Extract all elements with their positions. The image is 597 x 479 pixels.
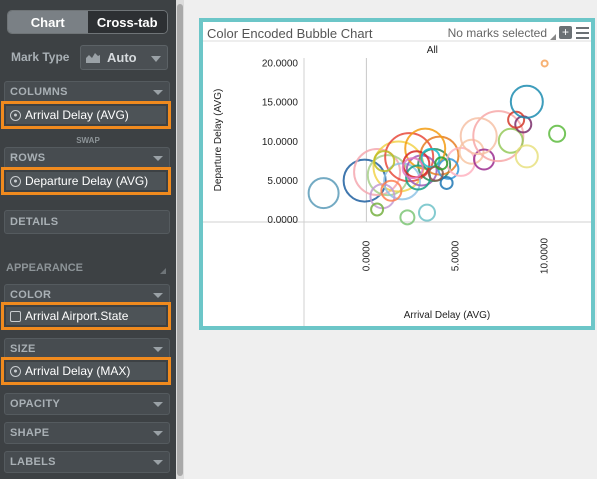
view-tabs: Chart Cross-tab <box>7 10 168 34</box>
x-tick-label: 10.0000 <box>540 237 551 274</box>
chevron-down-icon[interactable] <box>153 459 163 465</box>
size-pill-highlight: ● Arrival Delay (MAX) <box>1 357 171 385</box>
details-shelf-label: DETAILS <box>10 216 59 228</box>
size-pill[interactable]: ● Arrival Delay (MAX) <box>6 362 166 380</box>
details-shelf[interactable]: DETAILS <box>4 210 170 234</box>
columns-pill-highlight: ● Arrival Delay (AVG) <box>1 101 171 129</box>
column-header-label: All <box>427 45 438 56</box>
chevron-down-icon[interactable] <box>153 89 163 95</box>
mark-type-value: Auto <box>107 50 137 65</box>
resize-grip-icon[interactable] <box>160 268 166 274</box>
shape-shelf-label: SHAPE <box>10 427 50 439</box>
color-pill[interactable]: Arrival Airport.State <box>6 307 166 325</box>
y-tick-label: 20.0000 <box>262 59 299 70</box>
color-pill-highlight: Arrival Airport.State <box>1 302 171 330</box>
rows-pill-highlight: ● Departure Delay (AVG) <box>1 167 171 195</box>
chart-panel[interactable]: Color Encoded Bubble Chart No marks sele… <box>199 18 595 330</box>
chevron-down-icon[interactable] <box>153 155 163 161</box>
bubble-mark <box>509 84 544 119</box>
columns-shelf-label: COLUMNS <box>10 86 68 98</box>
chevron-down-icon[interactable] <box>153 430 163 436</box>
y-tick-label: 15.0000 <box>262 98 299 109</box>
swap-button[interactable]: SWAP <box>0 136 176 145</box>
bubble-mark <box>373 150 396 173</box>
bubble-chart[interactable]: All 0.0000 5.0000 10.0000 15.0000 20.0000 0.00… <box>203 22 591 326</box>
rows-shelf-label: ROWS <box>10 152 46 164</box>
shape-shelf[interactable]: SHAPE <box>4 422 170 444</box>
chevron-down-icon[interactable] <box>153 401 163 407</box>
y-tick-label: 0.0000 <box>267 215 298 226</box>
x-tick-label: 5.0000 <box>451 240 462 271</box>
bubble-mark <box>459 117 498 156</box>
opacity-shelf-label: OPACITY <box>10 398 61 410</box>
chevron-down-icon <box>151 50 161 65</box>
labels-shelf[interactable]: LABELS <box>4 451 170 473</box>
rows-shelf-header[interactable]: ROWS <box>4 147 170 169</box>
chevron-down-icon[interactable] <box>153 346 163 352</box>
rows-pill[interactable]: ● Departure Delay (AVG) <box>6 172 166 190</box>
bubble-mark <box>370 202 385 217</box>
bubble-mark <box>548 124 567 143</box>
color-shelf-label: COLOR <box>10 289 52 301</box>
bubble-mark <box>418 203 436 222</box>
dimension-icon <box>10 310 21 322</box>
measure-icon: ● <box>10 365 21 377</box>
y-tick-label: 5.0000 <box>267 176 298 187</box>
rows-pill-label: Departure Delay (AVG) <box>25 174 149 188</box>
tab-crosstab[interactable]: Cross-tab <box>87 11 167 33</box>
appearance-label: APPEARANCE <box>6 262 84 274</box>
tab-chart[interactable]: Chart <box>8 11 88 33</box>
chevron-down-icon[interactable] <box>153 292 163 298</box>
bubble-mark <box>540 59 549 68</box>
mark-type-label: Mark Type <box>11 50 70 64</box>
x-axis-label: Arrival Delay (AVG) <box>404 310 491 321</box>
color-pill-label: Arrival Airport.State <box>25 309 129 323</box>
columns-shelf-header[interactable]: COLUMNS <box>4 81 170 103</box>
measure-icon: ● <box>10 109 21 121</box>
columns-pill-label: Arrival Delay (AVG) <box>25 108 129 122</box>
bubble-mark <box>307 177 340 210</box>
y-tick-label: 10.0000 <box>262 137 299 148</box>
size-pill-label: Arrival Delay (MAX) <box>25 364 131 378</box>
opacity-shelf[interactable]: OPACITY <box>4 393 170 415</box>
measure-icon: ● <box>10 175 21 187</box>
area-chart-icon <box>86 53 100 63</box>
columns-pill[interactable]: ● Arrival Delay (AVG) <box>6 106 166 124</box>
mark-type-dropdown[interactable]: Auto <box>80 45 168 70</box>
labels-shelf-label: LABELS <box>10 456 56 468</box>
sidebar-scrollbar-thumb[interactable] <box>177 4 183 476</box>
size-shelf-label: SIZE <box>10 343 36 355</box>
y-axis-label: Departure Delay (AVG) <box>213 89 224 192</box>
bubble-mark <box>514 144 539 169</box>
x-tick-label: 0.0000 <box>361 240 372 271</box>
